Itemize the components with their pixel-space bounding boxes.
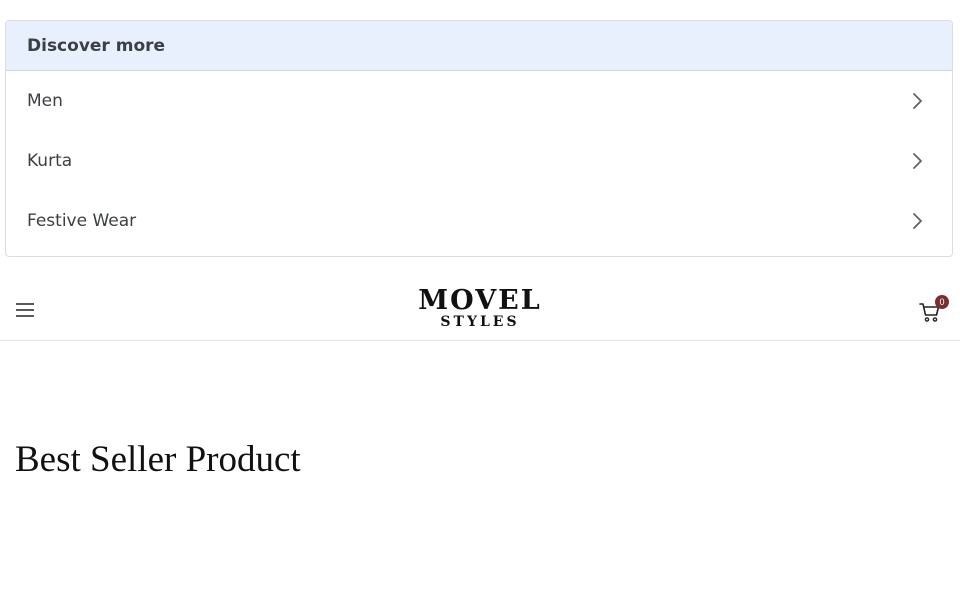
- discover-item-kurta[interactable]: Kurta: [6, 131, 952, 191]
- discover-item-label: Men: [27, 91, 63, 111]
- discover-item-label: Festive Wear: [27, 211, 137, 231]
- discover-item-festive-wear[interactable]: Festive Wear: [6, 191, 952, 251]
- hamburger-menu-icon: [16, 303, 34, 317]
- chevron-right-icon: [913, 93, 922, 109]
- logo-main-text: MOVEL: [418, 285, 542, 316]
- logo-sub-text: STYLES: [440, 314, 520, 330]
- chevron-right-icon: [913, 213, 922, 229]
- chevron-right-icon: [913, 153, 922, 169]
- discover-more-card: Discover more Men Kurta Festive Wear: [5, 20, 953, 257]
- discover-item-men[interactable]: Men: [6, 71, 952, 131]
- discover-more-title: Discover more: [27, 35, 166, 56]
- cart-button[interactable]: 0: [918, 295, 949, 324]
- discover-more-list: Men Kurta Festive Wear: [6, 71, 952, 251]
- site-header: MOVEL STYLES 0: [0, 280, 960, 341]
- section-title: Best Seller Product: [15, 439, 301, 480]
- menu-button[interactable]: [14, 300, 36, 320]
- site-logo[interactable]: MOVEL STYLES: [400, 287, 560, 329]
- discover-item-label: Kurta: [27, 151, 73, 171]
- cart-count-badge: 0: [935, 295, 949, 309]
- page: Discover more Men Kurta Festive Wear MOV…: [0, 0, 960, 600]
- discover-more-header: Discover more: [6, 21, 952, 71]
